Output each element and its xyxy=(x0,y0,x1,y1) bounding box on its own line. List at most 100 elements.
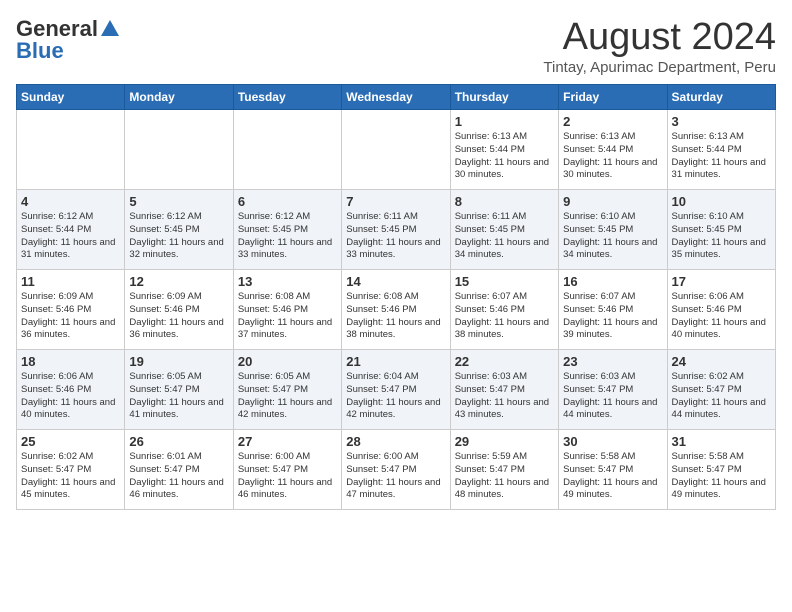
calendar-cell xyxy=(17,110,125,190)
days-header-row: SundayMondayTuesdayWednesdayThursdayFrid… xyxy=(17,85,776,110)
day-info: Sunrise: 6:13 AMSunset: 5:44 PMDaylight:… xyxy=(672,131,771,182)
day-info: Sunrise: 6:05 AMSunset: 5:47 PMDaylight:… xyxy=(238,371,337,422)
calendar-week-row: 1 Sunrise: 6:13 AMSunset: 5:44 PMDaylight… xyxy=(17,110,776,190)
day-info: Sunrise: 6:12 AMSunset: 5:45 PMDaylight:… xyxy=(129,211,228,262)
day-number: 24 xyxy=(672,354,771,369)
calendar-cell: 14 Sunrise: 6:08 AMSunset: 5:46 PMDayligh… xyxy=(342,270,450,350)
day-info: Sunrise: 6:08 AMSunset: 5:46 PMDaylight:… xyxy=(346,291,445,342)
day-number: 5 xyxy=(129,194,228,209)
calendar-cell: 28 Sunrise: 6:00 AMSunset: 5:47 PMDayligh… xyxy=(342,430,450,510)
day-info: Sunrise: 6:09 AMSunset: 5:46 PMDaylight:… xyxy=(21,291,120,342)
day-header-friday: Friday xyxy=(559,85,667,110)
day-info: Sunrise: 6:11 AMSunset: 5:45 PMDaylight:… xyxy=(455,211,554,262)
day-info: Sunrise: 6:09 AMSunset: 5:46 PMDaylight:… xyxy=(129,291,228,342)
calendar-cell: 26 Sunrise: 6:01 AMSunset: 5:47 PMDayligh… xyxy=(125,430,233,510)
calendar-week-row: 25 Sunrise: 6:02 AMSunset: 5:47 PMDayligh… xyxy=(17,430,776,510)
day-number: 15 xyxy=(455,274,554,289)
calendar-cell: 18 Sunrise: 6:06 AMSunset: 5:46 PMDayligh… xyxy=(17,350,125,430)
day-number: 18 xyxy=(21,354,120,369)
calendar-cell: 21 Sunrise: 6:04 AMSunset: 5:47 PMDayligh… xyxy=(342,350,450,430)
day-info: Sunrise: 6:06 AMSunset: 5:46 PMDaylight:… xyxy=(21,371,120,422)
day-number: 22 xyxy=(455,354,554,369)
day-number: 13 xyxy=(238,274,337,289)
day-info: Sunrise: 6:06 AMSunset: 5:46 PMDaylight:… xyxy=(672,291,771,342)
day-info: Sunrise: 6:03 AMSunset: 5:47 PMDaylight:… xyxy=(455,371,554,422)
day-number: 21 xyxy=(346,354,445,369)
day-number: 23 xyxy=(563,354,662,369)
calendar-week-row: 4 Sunrise: 6:12 AMSunset: 5:44 PMDaylight… xyxy=(17,190,776,270)
day-number: 3 xyxy=(672,114,771,129)
day-info: Sunrise: 6:04 AMSunset: 5:47 PMDaylight:… xyxy=(346,371,445,422)
day-info: Sunrise: 6:03 AMSunset: 5:47 PMDaylight:… xyxy=(563,371,662,422)
day-number: 7 xyxy=(346,194,445,209)
day-number: 27 xyxy=(238,434,337,449)
calendar-cell: 17 Sunrise: 6:06 AMSunset: 5:46 PMDayligh… xyxy=(667,270,775,350)
title-block: August 2024 Tintay, Apurimac Department,… xyxy=(543,16,776,76)
day-number: 30 xyxy=(563,434,662,449)
calendar-cell xyxy=(125,110,233,190)
day-number: 28 xyxy=(346,434,445,449)
calendar-cell: 8 Sunrise: 6:11 AMSunset: 5:45 PMDaylight… xyxy=(450,190,558,270)
day-header-wednesday: Wednesday xyxy=(342,85,450,110)
logo-icon xyxy=(99,18,121,40)
day-info: Sunrise: 5:59 AMSunset: 5:47 PMDaylight:… xyxy=(455,451,554,502)
day-info: Sunrise: 6:13 AMSunset: 5:44 PMDaylight:… xyxy=(563,131,662,182)
day-info: Sunrise: 5:58 AMSunset: 5:47 PMDaylight:… xyxy=(563,451,662,502)
logo-blue: Blue xyxy=(16,38,64,64)
day-header-tuesday: Tuesday xyxy=(233,85,341,110)
calendar-cell: 25 Sunrise: 6:02 AMSunset: 5:47 PMDayligh… xyxy=(17,430,125,510)
day-info: Sunrise: 6:11 AMSunset: 5:45 PMDaylight:… xyxy=(346,211,445,262)
calendar-cell: 6Sunrise: 6:12 AMSunset: 5:45 PMDaylight… xyxy=(233,190,341,270)
day-number: 20 xyxy=(238,354,337,369)
day-info: Sunrise: 6:02 AMSunset: 5:47 PMDaylight:… xyxy=(672,371,771,422)
day-number: 25 xyxy=(21,434,120,449)
day-number: 19 xyxy=(129,354,228,369)
day-info: Sunrise: 6:10 AMSunset: 5:45 PMDaylight:… xyxy=(672,211,771,262)
calendar-subtitle: Tintay, Apurimac Department, Peru xyxy=(543,59,776,76)
day-number: 14 xyxy=(346,274,445,289)
calendar-cell: 7 Sunrise: 6:11 AMSunset: 5:45 PMDaylight… xyxy=(342,190,450,270)
day-info: Sunrise: 6:07 AMSunset: 5:46 PMDaylight:… xyxy=(563,291,662,342)
day-number: 9 xyxy=(563,194,662,209)
calendar-cell: 20 Sunrise: 6:05 AMSunset: 5:47 PMDayligh… xyxy=(233,350,341,430)
page-header: General Blue August 2024 Tintay, Apurima… xyxy=(16,16,776,76)
calendar-cell: 27Sunrise: 6:00 AMSunset: 5:47 PMDayligh… xyxy=(233,430,341,510)
logo: General Blue xyxy=(16,16,122,64)
day-info: Sunrise: 6:12 AMSunset: 5:44 PMDaylight:… xyxy=(21,211,120,262)
day-number: 11 xyxy=(21,274,120,289)
calendar-cell: 13Sunrise: 6:08 AMSunset: 5:46 PMDayligh… xyxy=(233,270,341,350)
calendar-cell: 4 Sunrise: 6:12 AMSunset: 5:44 PMDaylight… xyxy=(17,190,125,270)
calendar-cell: 3 Sunrise: 6:13 AMSunset: 5:44 PMDaylight… xyxy=(667,110,775,190)
calendar-cell: 5 Sunrise: 6:12 AMSunset: 5:45 PMDaylight… xyxy=(125,190,233,270)
day-header-monday: Monday xyxy=(125,85,233,110)
day-number: 16 xyxy=(563,274,662,289)
day-number: 8 xyxy=(455,194,554,209)
calendar-cell xyxy=(342,110,450,190)
calendar-week-row: 18 Sunrise: 6:06 AMSunset: 5:46 PMDayligh… xyxy=(17,350,776,430)
day-header-saturday: Saturday xyxy=(667,85,775,110)
calendar-cell: 9Sunrise: 6:10 AMSunset: 5:45 PMDaylight… xyxy=(559,190,667,270)
day-number: 4 xyxy=(21,194,120,209)
calendar-cell: 15 Sunrise: 6:07 AMSunset: 5:46 PMDayligh… xyxy=(450,270,558,350)
calendar-cell: 11 Sunrise: 6:09 AMSunset: 5:46 PMDayligh… xyxy=(17,270,125,350)
calendar-cell: 29Sunrise: 5:59 AMSunset: 5:47 PMDayligh… xyxy=(450,430,558,510)
day-info: Sunrise: 5:58 AMSunset: 5:47 PMDaylight:… xyxy=(672,451,771,502)
calendar-cell: 31Sunrise: 5:58 AMSunset: 5:47 PMDayligh… xyxy=(667,430,775,510)
day-info: Sunrise: 6:07 AMSunset: 5:46 PMDaylight:… xyxy=(455,291,554,342)
day-number: 26 xyxy=(129,434,228,449)
day-header-thursday: Thursday xyxy=(450,85,558,110)
calendar-cell: 23 Sunrise: 6:03 AMSunset: 5:47 PMDayligh… xyxy=(559,350,667,430)
day-number: 1 xyxy=(455,114,554,129)
day-number: 10 xyxy=(672,194,771,209)
calendar-cell: 12Sunrise: 6:09 AMSunset: 5:46 PMDayligh… xyxy=(125,270,233,350)
day-number: 17 xyxy=(672,274,771,289)
calendar-cell: 19 Sunrise: 6:05 AMSunset: 5:47 PMDayligh… xyxy=(125,350,233,430)
day-info: Sunrise: 6:05 AMSunset: 5:47 PMDaylight:… xyxy=(129,371,228,422)
day-header-sunday: Sunday xyxy=(17,85,125,110)
day-info: Sunrise: 6:02 AMSunset: 5:47 PMDaylight:… xyxy=(21,451,120,502)
calendar-cell: 2Sunrise: 6:13 AMSunset: 5:44 PMDaylight… xyxy=(559,110,667,190)
day-info: Sunrise: 6:01 AMSunset: 5:47 PMDaylight:… xyxy=(129,451,228,502)
calendar-cell: 10 Sunrise: 6:10 AMSunset: 5:45 PMDayligh… xyxy=(667,190,775,270)
calendar-cell: 30 Sunrise: 5:58 AMSunset: 5:47 PMDayligh… xyxy=(559,430,667,510)
day-info: Sunrise: 6:00 AMSunset: 5:47 PMDaylight:… xyxy=(346,451,445,502)
